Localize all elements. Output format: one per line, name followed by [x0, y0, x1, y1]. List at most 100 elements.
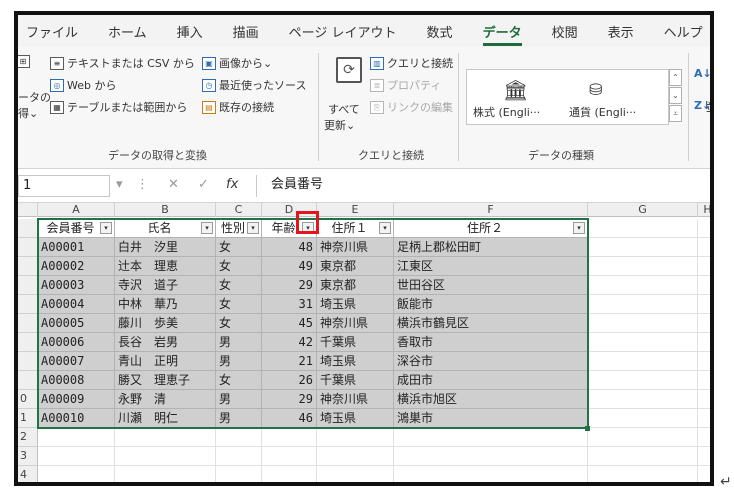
table-cell[interactable]: A00002	[38, 257, 115, 276]
table-cell[interactable]: 46	[262, 409, 317, 428]
empty-cell[interactable]	[394, 428, 588, 447]
empty-cell[interactable]	[698, 314, 710, 333]
table-header-5[interactable]: 住所１ ▾	[317, 219, 394, 238]
table-cell[interactable]: 東京都	[317, 276, 394, 295]
row-header[interactable]	[18, 295, 38, 314]
table-cell[interactable]: 辻本 理恵	[115, 257, 216, 276]
table-cell[interactable]: A00004	[38, 295, 115, 314]
gallery-scroll-up[interactable]: ⌃	[669, 69, 682, 86]
empty-cell[interactable]	[588, 390, 698, 409]
table-cell[interactable]: A00003	[38, 276, 115, 295]
fill-handle[interactable]	[585, 426, 590, 431]
row-header[interactable]	[18, 371, 38, 390]
filter-dropdown-icon[interactable]: ▾	[100, 222, 112, 234]
column-header-h[interactable]: H	[698, 203, 710, 217]
from-table-button[interactable]: ▦ テーブルまたは範囲から	[50, 99, 187, 115]
table-cell[interactable]: A00008	[38, 371, 115, 390]
empty-cell[interactable]	[216, 447, 262, 466]
column-header-d[interactable]: D	[262, 203, 317, 217]
table-cell[interactable]: 女	[216, 314, 262, 333]
empty-cell[interactable]	[698, 276, 710, 295]
recent-sources-button[interactable]: ◷ 最近使ったソース	[202, 77, 306, 93]
table-cell[interactable]: 女	[216, 238, 262, 257]
empty-cell[interactable]	[698, 428, 710, 447]
table-cell[interactable]: 川瀬 明仁	[115, 409, 216, 428]
empty-cell[interactable]	[588, 276, 698, 295]
tab-8[interactable]: 表示	[608, 22, 634, 41]
enter-icon[interactable]: ✓	[198, 177, 209, 192]
empty-cell[interactable]	[588, 409, 698, 428]
table-cell[interactable]: 横浜市旭区	[394, 390, 588, 409]
empty-cell[interactable]	[115, 428, 216, 447]
tab-1[interactable]: ホーム	[108, 22, 147, 41]
tab-5[interactable]: 数式	[427, 22, 453, 41]
empty-cell[interactable]	[588, 352, 698, 371]
empty-cell[interactable]	[698, 466, 710, 482]
empty-cell[interactable]	[262, 447, 317, 466]
row-header[interactable]: 0	[18, 390, 38, 409]
filter-dropdown-icon[interactable]: ▾	[247, 222, 259, 234]
tab-2[interactable]: 挿入	[177, 22, 203, 41]
empty-cell[interactable]	[588, 219, 698, 238]
row-header[interactable]: 1	[18, 409, 38, 428]
row-header[interactable]: 3	[18, 447, 38, 466]
table-cell[interactable]: 藤川 歩美	[115, 314, 216, 333]
table-cell[interactable]: 49	[262, 257, 317, 276]
get-data-icon[interactable]: ⊞	[18, 55, 33, 68]
empty-cell[interactable]	[588, 295, 698, 314]
empty-cell[interactable]	[698, 333, 710, 352]
column-header-e[interactable]: E	[317, 203, 394, 217]
table-cell[interactable]: 29	[262, 390, 317, 409]
empty-cell[interactable]	[698, 295, 710, 314]
empty-cell[interactable]	[38, 428, 115, 447]
properties-button[interactable]: ≣ プロパティ	[370, 77, 441, 93]
table-cell[interactable]: 横浜市鶴見区	[394, 314, 588, 333]
empty-cell[interactable]	[588, 447, 698, 466]
empty-cell[interactable]	[698, 238, 710, 257]
filter-dropdown-icon[interactable]: ▾	[573, 222, 585, 234]
table-cell[interactable]: 29	[262, 276, 317, 295]
table-cell[interactable]: 男	[216, 409, 262, 428]
table-cell[interactable]: A00007	[38, 352, 115, 371]
table-cell[interactable]: A00006	[38, 333, 115, 352]
from-picture-button[interactable]: ▣ 画像から ⌄	[202, 55, 272, 71]
empty-cell[interactable]	[698, 409, 710, 428]
currencies-button[interactable]: 通貨 (Engli···	[569, 104, 636, 120]
table-header-2[interactable]: 氏名 ▾	[115, 219, 216, 238]
empty-cell[interactable]	[115, 447, 216, 466]
tab-4[interactable]: ページ レイアウト	[289, 22, 397, 41]
cancel-icon[interactable]: ✕	[168, 177, 179, 192]
table-cell[interactable]: 足柄上郡松田町	[394, 238, 588, 257]
table-cell[interactable]: 千葉県	[317, 371, 394, 390]
row-header[interactable]	[18, 352, 38, 371]
table-cell[interactable]: 鴻巣市	[394, 409, 588, 428]
empty-cell[interactable]	[216, 466, 262, 482]
table-cell[interactable]: 男	[216, 352, 262, 371]
sort-ascending-icon[interactable]: A↓	[694, 67, 710, 80]
table-cell[interactable]: 26	[262, 371, 317, 390]
table-cell[interactable]: 埼玉県	[317, 352, 394, 371]
table-header-6[interactable]: 住所２ ▾	[394, 219, 588, 238]
empty-cell[interactable]	[588, 371, 698, 390]
empty-cell[interactable]	[394, 447, 588, 466]
table-cell[interactable]: 中林 華乃	[115, 295, 216, 314]
empty-cell[interactable]	[216, 428, 262, 447]
row-header[interactable]: 2	[18, 428, 38, 447]
gallery-expand[interactable]: ⩡	[669, 105, 682, 122]
table-cell[interactable]: 長谷 岩男	[115, 333, 216, 352]
table-cell[interactable]: 白井 汐里	[115, 238, 216, 257]
refresh-all-icon[interactable]: ⟳	[336, 57, 362, 83]
empty-cell[interactable]	[317, 447, 394, 466]
empty-cell[interactable]	[262, 428, 317, 447]
column-header-f[interactable]: F	[394, 203, 588, 217]
table-cell[interactable]: 女	[216, 295, 262, 314]
row-header[interactable]: 4	[18, 466, 38, 482]
tab-0[interactable]: ファイル	[26, 22, 78, 41]
column-header-b[interactable]: B	[115, 203, 216, 217]
row-header[interactable]	[18, 257, 38, 276]
empty-cell[interactable]	[698, 352, 710, 371]
tab-7[interactable]: 校閲	[552, 22, 578, 41]
table-cell[interactable]: 女	[216, 257, 262, 276]
table-cell[interactable]: 45	[262, 314, 317, 333]
insert-function-icon[interactable]: fx	[226, 177, 238, 192]
